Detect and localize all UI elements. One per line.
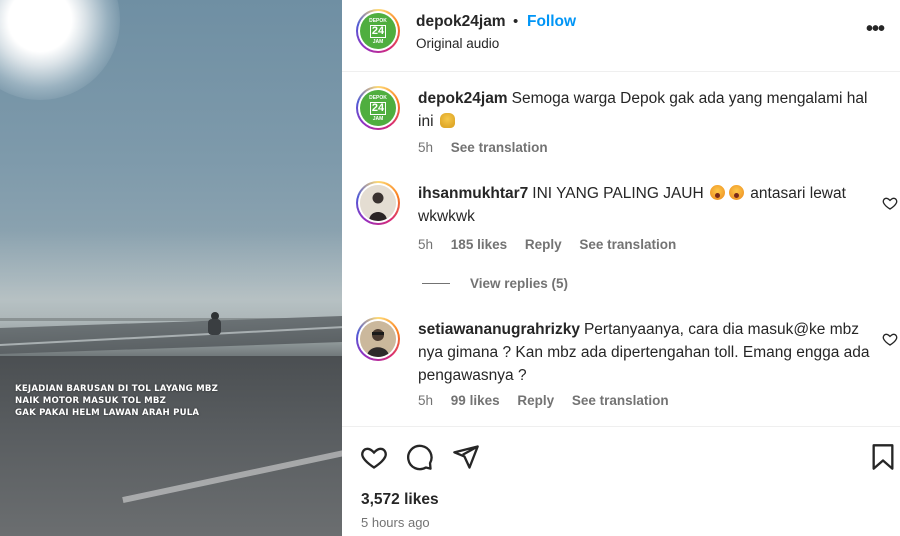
see-translation-button[interactable]: See translation	[572, 393, 669, 408]
caption-meta: 5h See translation	[418, 140, 562, 155]
like-comment-heart-icon[interactable]	[882, 331, 898, 347]
comment-body-start: INI YANG PALING JAUH	[532, 185, 704, 202]
logo-text-top: DEPOK	[369, 17, 387, 24]
post-likes-count[interactable]: 3,572 likes	[361, 491, 439, 509]
folded-hands-emoji-icon	[439, 113, 455, 128]
comment-time: 5h	[418, 393, 434, 408]
logo-text-mid: 24	[369, 24, 387, 38]
logo-text-top: DEPOK	[369, 94, 387, 101]
logo-text-mid: 24	[369, 101, 387, 115]
more-options-icon[interactable]: •••	[866, 18, 885, 41]
video-caption-line: NAIK MOTOR MASUK TOL MBZ	[15, 396, 167, 406]
comment-text: setiawananugrahrizky Pertanyaanya, cara d…	[418, 318, 873, 387]
see-translation-button[interactable]: See translation	[451, 140, 548, 155]
post-header: DEPOK 24 JAM depok24jam • Follow Origina…	[342, 0, 900, 72]
comment-icon[interactable]	[406, 443, 434, 471]
comment-username[interactable]: ihsanmukhtar7	[418, 185, 528, 202]
view-replies-button[interactable]: View replies (5)	[422, 276, 568, 291]
post-side-panel: DEPOK 24 JAM depok24jam • Follow Origina…	[342, 0, 900, 536]
avatar[interactable]	[356, 317, 400, 361]
horizon-haze	[0, 230, 342, 330]
post-timestamp[interactable]: 5 hours ago	[361, 515, 430, 530]
heart-icon[interactable]	[360, 443, 388, 471]
logo-text-bottom: JAM	[372, 115, 384, 122]
video-caption: KEJADIAN BARUSAN DI TOL LAYANG MBZ NAIK …	[15, 383, 335, 419]
depok24jam-logo: DEPOK 24 JAM	[360, 13, 396, 49]
reply-button[interactable]: Reply	[525, 237, 562, 252]
caption-text: depok24jam Semoga warga Depok gak ada yan…	[418, 87, 873, 133]
bookmark-icon[interactable]	[869, 443, 897, 471]
comment-meta: 5h 185 likes Reply See translation	[418, 237, 690, 252]
post-actions: 3,572 likes 5 hours ago	[342, 426, 900, 536]
depok24jam-logo: DEPOK 24 JAM	[360, 90, 396, 126]
video-caption-line: KEJADIAN BARUSAN DI TOL LAYANG MBZ	[15, 384, 219, 394]
video-caption-line: GAK PAKAI HELM LAWAN ARAH PULA	[15, 408, 200, 418]
motorcyclist	[205, 312, 223, 338]
comment-meta: 5h 99 likes Reply See translation	[418, 393, 683, 408]
avatar[interactable]: DEPOK 24 JAM	[356, 9, 400, 53]
header-username[interactable]: depok24jam	[416, 13, 506, 31]
reply-button[interactable]: Reply	[517, 393, 554, 408]
screaming-face-emoji-icon	[728, 185, 744, 200]
comment-text: ihsanmukhtar7 INI YANG PALING JAUH antasa…	[418, 182, 873, 228]
comment-time: 5h	[418, 237, 434, 252]
see-translation-button[interactable]: See translation	[579, 237, 676, 252]
audio-label[interactable]: Original audio	[416, 36, 499, 51]
follow-button[interactable]: Follow	[527, 13, 576, 31]
replies-divider	[422, 283, 450, 284]
caption-time: 5h	[418, 140, 434, 155]
post-video[interactable]: KEJADIAN BARUSAN DI TOL LAYANG MBZ NAIK …	[0, 0, 342, 536]
sun-glare	[0, 0, 120, 100]
like-comment-heart-icon[interactable]	[882, 195, 898, 211]
comment-username[interactable]: setiawananugrahrizky	[418, 321, 580, 338]
comment-likes-count[interactable]: 185 likes	[451, 237, 507, 252]
screaming-face-emoji-icon	[709, 185, 725, 200]
logo-text-bottom: JAM	[372, 38, 384, 45]
avatar[interactable]	[356, 181, 400, 225]
avatar[interactable]: DEPOK 24 JAM	[356, 86, 400, 130]
comment-likes-count[interactable]: 99 likes	[451, 393, 500, 408]
share-icon[interactable]	[452, 443, 480, 471]
caption-username[interactable]: depok24jam	[418, 90, 508, 107]
user-photo	[360, 321, 396, 357]
separator-dot: •	[513, 13, 519, 30]
user-photo	[360, 185, 396, 221]
view-replies-label: View replies (5)	[470, 276, 569, 291]
